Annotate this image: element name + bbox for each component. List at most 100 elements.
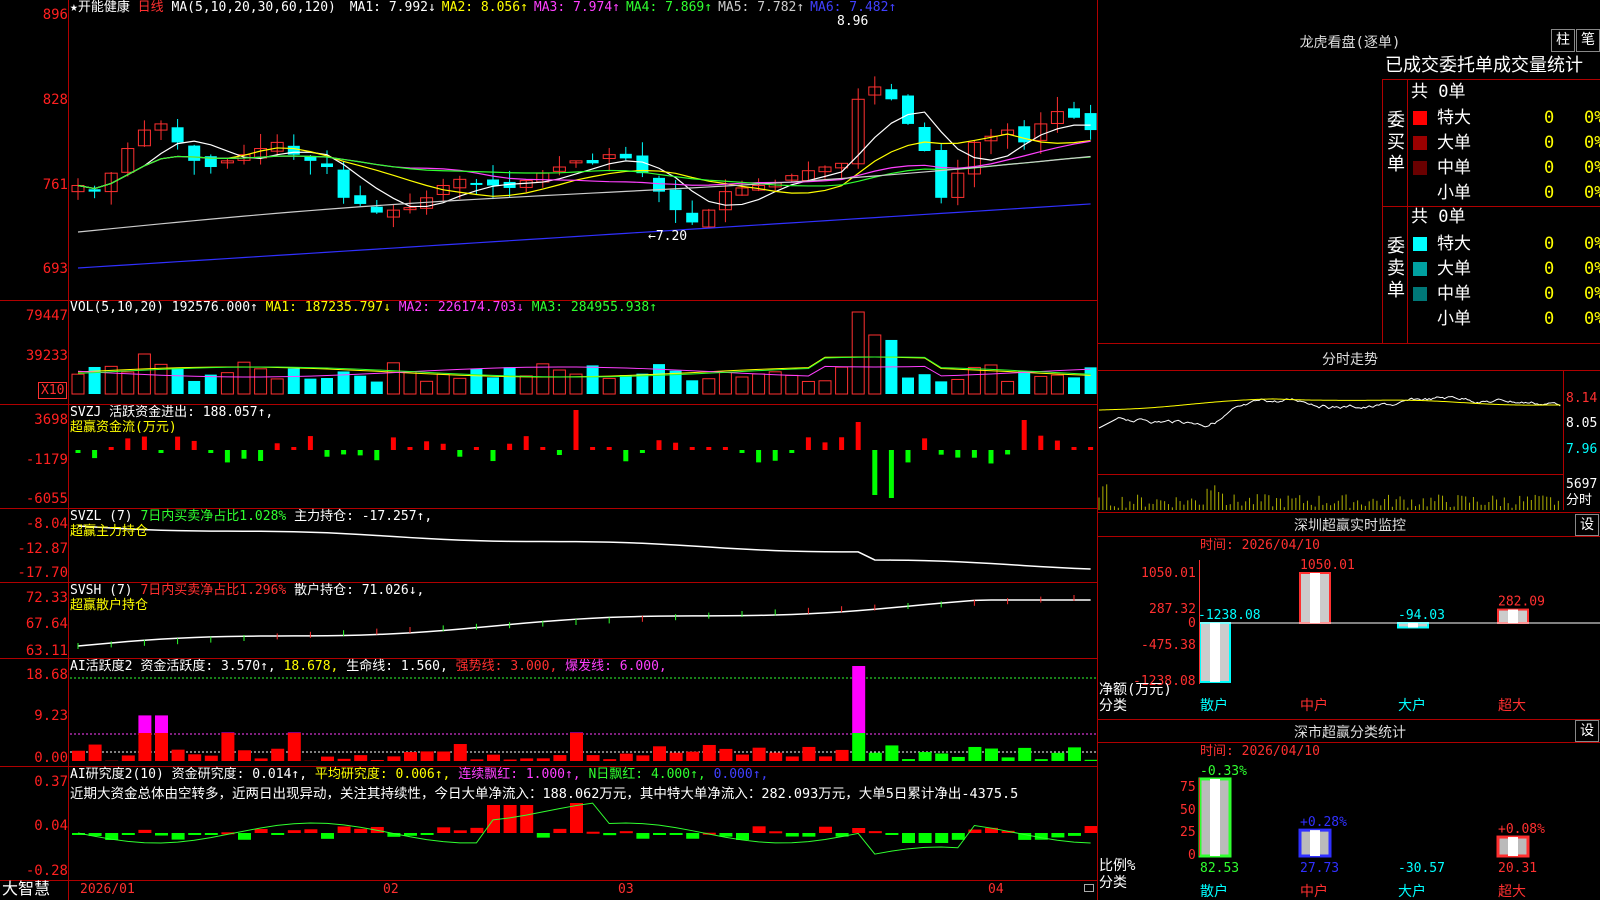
svsh-desc: 7日内买卖净占比1.296% — [140, 583, 287, 598]
research-bar — [553, 828, 567, 833]
szmon-settings-button[interactable]: 设 — [1575, 514, 1599, 536]
activity-bar — [520, 758, 534, 761]
kline-canvas[interactable]: -1238.08 1050.01 -94.03 282.09 -0.33% 82.53 +0… — [0, 0, 1600, 900]
research-bar — [271, 833, 285, 835]
order-color-swatch — [1413, 312, 1427, 326]
volume-bar — [951, 378, 965, 395]
fund-flow-bar — [390, 437, 396, 450]
activity-bar — [769, 752, 783, 761]
bar-view-button[interactable]: 柱 — [1551, 29, 1575, 52]
ratio-bar-highlight — [1508, 837, 1518, 856]
activity-bar — [586, 755, 600, 761]
fund-flow-bar — [656, 440, 662, 450]
szcls-y-label: 比例% — [1099, 858, 1136, 874]
activity-bar — [603, 759, 617, 761]
volume-bar — [902, 377, 914, 394]
svsh-header: SVSH (7) 7日内买卖净占比1.296% 散户持仓: 71.026↓, — [70, 583, 424, 599]
volume-bar — [851, 311, 865, 395]
svsh-y-tick: 67.64 — [25, 616, 68, 632]
candle-body-down — [171, 127, 184, 143]
candle-body-down — [354, 195, 367, 204]
activity-bar — [752, 747, 766, 761]
szcls-title: 深市超赢分类统计 — [1294, 725, 1406, 741]
category-label: 散户 — [1200, 698, 1228, 714]
research-bar — [536, 833, 550, 838]
fund-flow-bar — [971, 450, 977, 458]
ma1-value: MA1: 7.992↓ — [349, 0, 436, 15]
candle-body-down — [1068, 108, 1080, 118]
szmon-y-label: 净额(万元) — [1099, 682, 1172, 698]
activity-bar — [138, 733, 152, 761]
vol-ma3: MA3: 284955.938↑ — [531, 300, 658, 315]
fund-flow-bar — [141, 436, 147, 450]
lhkp-bottom-border — [1097, 343, 1600, 344]
activity-bar — [951, 756, 965, 761]
activity-bar — [487, 754, 500, 761]
activity-bar — [254, 758, 268, 761]
period-label[interactable]: 日线 — [138, 0, 164, 15]
fund-flow-bar — [224, 450, 230, 463]
ma3-value: MA3: 7.974↑ — [533, 0, 620, 15]
activity-bar — [420, 751, 434, 761]
fund-flow-bar — [955, 450, 961, 458]
candle-body-down — [1084, 113, 1097, 131]
order-count: 0 — [1544, 309, 1555, 329]
fund-flow-bar — [805, 437, 811, 450]
activity-bar — [1034, 759, 1048, 761]
ma5-value: MA5: 7.782↑ — [718, 0, 805, 15]
ai1-value2: 18.678, — [283, 659, 339, 674]
szmon-y-tick: 0 — [1188, 616, 1196, 631]
ai2-y-tick: 0.37 — [34, 774, 68, 790]
net-amount-bar-highlight — [1310, 573, 1320, 623]
fund-flow-bar — [473, 447, 479, 450]
stock-title[interactable]: ★开能健康 — [70, 0, 130, 15]
high-price-mark: 8.96 — [837, 14, 869, 29]
activity-bar — [221, 733, 235, 761]
y-tick: 828 — [42, 92, 68, 108]
tick-view-button[interactable]: 笔 — [1576, 29, 1600, 52]
vol-ma-line — [77, 365, 1091, 378]
lock-icon[interactable] — [1084, 884, 1094, 892]
order-count: 0 — [1544, 284, 1555, 304]
x-axis-line — [0, 880, 1098, 881]
volume-bar — [270, 378, 284, 395]
order-color-swatch — [1413, 186, 1427, 200]
szmon-bottom — [1097, 719, 1600, 720]
intraday-vol-tick: 5697 — [1566, 477, 1598, 492]
fund-flow-bar — [523, 436, 529, 450]
ratio-change-label: +0.08% — [1498, 822, 1545, 837]
fund-flow-bar — [623, 450, 629, 462]
vol-title: VOL(5,10,20) — [70, 300, 164, 315]
volume-bar — [586, 365, 599, 394]
candle-body-down — [619, 153, 632, 159]
szcls-settings-button[interactable]: 设 — [1575, 720, 1599, 742]
activity-bar — [852, 733, 866, 761]
candle-body-down — [885, 89, 898, 100]
fund-flow-bar — [756, 450, 762, 463]
volume-bar — [918, 374, 931, 394]
svzj-title: SVZJ — [70, 405, 102, 420]
ai2-comment: 近期大资金总体由空转多，近两日出现异动，关注其持续性，今日大单净流入：188.0… — [70, 786, 1019, 802]
fund-flow-bar — [341, 450, 347, 455]
order-color-swatch — [1413, 287, 1427, 301]
fund-flow-bar — [872, 450, 878, 495]
research-bar — [520, 805, 534, 833]
activity-bar — [370, 759, 384, 761]
szcls-y-axis — [1199, 778, 1200, 856]
lhkp-subtitle: 已成交委托单成交量统计 — [1385, 55, 1583, 76]
activity-bar — [503, 759, 517, 761]
research-bar — [155, 833, 168, 836]
order-count: 0 — [1544, 133, 1555, 153]
ai2-title: AI研究度2(10) — [70, 767, 164, 782]
activity-peak-bar — [155, 715, 168, 733]
research-bar — [636, 833, 650, 839]
research-bar — [819, 826, 832, 833]
vol-ma2: MA2: 226174.703↓ — [398, 300, 524, 315]
y-tick: 761 — [42, 177, 68, 193]
net-amount-value: 282.09 — [1498, 595, 1545, 610]
research-bar — [852, 828, 866, 833]
activity-bar — [404, 752, 417, 761]
ai2-header: AI研究度2(10) 资金研究度: 0.014↑, 平均研究度: 0.006↑,… — [70, 767, 768, 783]
volume-bar — [487, 377, 499, 394]
activity-bar — [1068, 747, 1081, 761]
